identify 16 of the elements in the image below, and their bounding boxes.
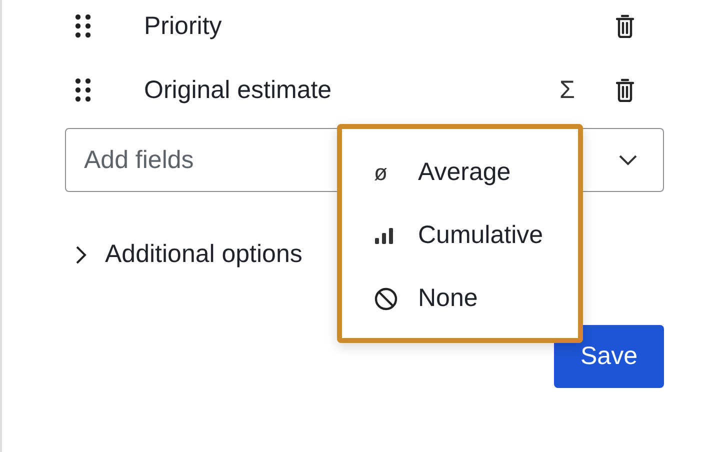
field-label: Original estimate bbox=[144, 76, 333, 104]
sum-button[interactable]: Σ bbox=[560, 76, 575, 104]
menu-item[interactable]: ø Average bbox=[342, 141, 578, 204]
drag-handle-icon[interactable] bbox=[74, 77, 92, 103]
chevron-down-icon bbox=[618, 154, 638, 166]
field-label: Priority bbox=[144, 12, 223, 40]
prohibited-icon bbox=[374, 286, 398, 310]
average-glyph: ø bbox=[374, 160, 388, 186]
save-button[interactable]: Save bbox=[554, 325, 664, 388]
bar-chart-icon bbox=[374, 226, 394, 244]
chevron-icon bbox=[75, 244, 87, 264]
delete-icon[interactable] bbox=[615, 78, 635, 102]
delete-icon[interactable] bbox=[615, 14, 635, 38]
additional-options-toggle[interactable]: Additional options bbox=[75, 240, 302, 269]
drag-handle-icon[interactable] bbox=[74, 13, 92, 39]
menu-item[interactable]: Cumulative bbox=[342, 204, 578, 267]
